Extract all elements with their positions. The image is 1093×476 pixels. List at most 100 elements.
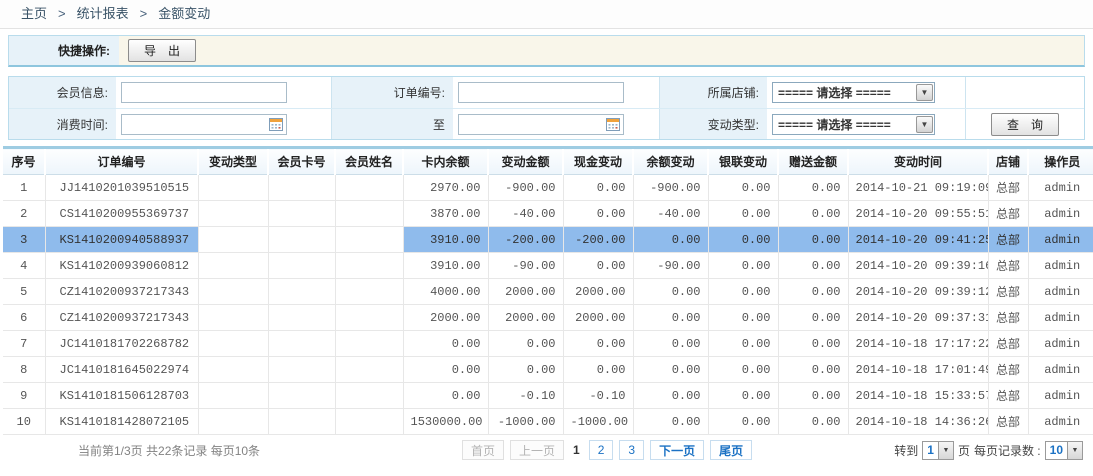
next-page-button[interactable]: 下一页 bbox=[650, 440, 704, 460]
cell: CZ1410200937217343 bbox=[45, 279, 198, 305]
goto-suffix: 页 bbox=[958, 442, 970, 459]
page-size-select-value: 10 bbox=[1046, 442, 1067, 459]
cell: JC1410181702268782 bbox=[45, 331, 198, 357]
cell bbox=[335, 279, 403, 305]
cell: -40.00 bbox=[633, 201, 708, 227]
shop-select[interactable]: ===== 请选择 ===== ▼ bbox=[772, 82, 935, 103]
cell: -900.00 bbox=[488, 175, 563, 201]
cell: 0.00 bbox=[563, 357, 633, 383]
cell: KS1410181506128703 bbox=[45, 383, 198, 409]
table-row[interactable]: 3KS14102009405889373910.00-200.00-200.00… bbox=[3, 227, 1093, 253]
cell: CZ1410200937217343 bbox=[45, 305, 198, 331]
cell bbox=[335, 357, 403, 383]
chevron-down-icon: ▼ bbox=[916, 84, 933, 101]
column-header: 卡内余额 bbox=[403, 148, 488, 175]
cell: 2014-10-18 17:17:22 bbox=[848, 331, 988, 357]
cell: 0.00 bbox=[778, 227, 848, 253]
cell: 3910.00 bbox=[403, 227, 488, 253]
cell: 2014-10-20 09:39:12 bbox=[848, 279, 988, 305]
cell: 8 bbox=[3, 357, 45, 383]
cell bbox=[268, 227, 335, 253]
page-size-select[interactable]: 10 ▼ bbox=[1045, 441, 1083, 460]
page-number-button[interactable]: 1 bbox=[570, 440, 583, 460]
pagination-bar: 当前第1/3页 共22条记录 每页10条 首页 上一页 123 下一页 尾页 转… bbox=[0, 435, 1093, 465]
table-row[interactable]: 9KS14101815061287030.00-0.10-0.100.000.0… bbox=[3, 383, 1093, 409]
breadcrumb: 主页>统计报表>金额变动 bbox=[0, 0, 1093, 29]
cell: -90.00 bbox=[633, 253, 708, 279]
cell: 总部 bbox=[988, 331, 1028, 357]
cell: admin bbox=[1028, 331, 1093, 357]
column-header: 现金变动 bbox=[563, 148, 633, 175]
cell: 0.00 bbox=[778, 201, 848, 227]
member-info-input[interactable] bbox=[121, 82, 287, 103]
cell: 0.00 bbox=[778, 409, 848, 435]
shop-select-value: ===== 请选择 ===== bbox=[773, 84, 891, 101]
table-row[interactable]: 8JC14101816450229740.000.000.000.000.000… bbox=[3, 357, 1093, 383]
cell bbox=[335, 409, 403, 435]
cell: 2014-10-20 09:55:51 bbox=[848, 201, 988, 227]
shop-label: 所属店铺: bbox=[659, 77, 767, 108]
cell: 2014-10-20 09:41:25 bbox=[848, 227, 988, 253]
table-row[interactable]: 10KS14101814280721051530000.00-1000.00-1… bbox=[3, 409, 1093, 435]
column-header: 赠送金额 bbox=[778, 148, 848, 175]
time-to-input[interactable] bbox=[458, 114, 624, 135]
search-button[interactable]: 查 询 bbox=[991, 113, 1059, 136]
page-number-button[interactable]: 3 bbox=[619, 440, 644, 460]
table-row[interactable]: 7JC14101817022687820.000.000.000.000.000… bbox=[3, 331, 1093, 357]
cell: 0.00 bbox=[708, 357, 778, 383]
cell bbox=[335, 383, 403, 409]
filter-panel: 会员信息: 订单编号: 所属店铺: ===== 请选择 ===== ▼ 消费时间… bbox=[8, 76, 1085, 140]
cell: 2014-10-18 14:36:26 bbox=[848, 409, 988, 435]
cell bbox=[335, 331, 403, 357]
cell: 2 bbox=[3, 201, 45, 227]
table-row[interactable]: 6CZ14102009372173432000.002000.002000.00… bbox=[3, 305, 1093, 331]
order-no-input[interactable] bbox=[458, 82, 624, 103]
cell bbox=[198, 409, 268, 435]
cell: 7 bbox=[3, 331, 45, 357]
page-summary: 当前第1/3页 共22条记录 每页10条 bbox=[78, 442, 462, 459]
cell: 总部 bbox=[988, 383, 1028, 409]
cell: 总部 bbox=[988, 201, 1028, 227]
goto-page-select[interactable]: 1 ▼ bbox=[922, 441, 954, 460]
cell: 0.00 bbox=[778, 253, 848, 279]
calendar-icon[interactable] bbox=[269, 118, 283, 131]
change-type-select[interactable]: ===== 请选择 ===== ▼ bbox=[772, 114, 935, 135]
column-header: 会员姓名 bbox=[335, 148, 403, 175]
first-page-button[interactable]: 首页 bbox=[462, 440, 504, 460]
cell: 0.00 bbox=[633, 409, 708, 435]
column-header: 订单编号 bbox=[45, 148, 198, 175]
table-row[interactable]: 4KS14102009390608123910.00-90.000.00-90.… bbox=[3, 253, 1093, 279]
cell: admin bbox=[1028, 253, 1093, 279]
column-header: 店铺 bbox=[988, 148, 1028, 175]
time-from-input[interactable] bbox=[121, 114, 287, 135]
cell bbox=[198, 201, 268, 227]
breadcrumb-home[interactable]: 主页 bbox=[21, 6, 47, 21]
cell: 10 bbox=[3, 409, 45, 435]
table-row[interactable]: 2CS14102009553697373870.00-40.000.00-40.… bbox=[3, 201, 1093, 227]
records-table: 序号订单编号变动类型会员卡号会员姓名卡内余额变动金额现金变动余额变动银联变动赠送… bbox=[3, 146, 1093, 435]
cell: admin bbox=[1028, 227, 1093, 253]
last-page-button[interactable]: 尾页 bbox=[710, 440, 752, 460]
page-number-button[interactable]: 2 bbox=[589, 440, 614, 460]
cell: KS1410200939060812 bbox=[45, 253, 198, 279]
cell: 总部 bbox=[988, 227, 1028, 253]
cell: 0.00 bbox=[403, 357, 488, 383]
prev-page-button[interactable]: 上一页 bbox=[510, 440, 564, 460]
cell bbox=[198, 357, 268, 383]
cell bbox=[335, 175, 403, 201]
cell bbox=[198, 227, 268, 253]
cell bbox=[335, 305, 403, 331]
table-row[interactable]: 1JJ14102010395105152970.00-900.000.00-90… bbox=[3, 175, 1093, 201]
cell bbox=[335, 227, 403, 253]
cell: 0.00 bbox=[708, 409, 778, 435]
breadcrumb-current: 金额变动 bbox=[158, 6, 210, 21]
table-row[interactable]: 5CZ14102009372173434000.002000.002000.00… bbox=[3, 279, 1093, 305]
cell: 3870.00 bbox=[403, 201, 488, 227]
filter-row-1: 会员信息: 订单编号: 所属店铺: ===== 请选择 ===== ▼ bbox=[9, 77, 1084, 108]
column-header: 序号 bbox=[3, 148, 45, 175]
calendar-icon[interactable] bbox=[606, 118, 620, 131]
export-button[interactable]: 导 出 bbox=[128, 39, 196, 62]
cell: 0.00 bbox=[403, 331, 488, 357]
order-no-label: 订单编号: bbox=[331, 77, 453, 108]
breadcrumb-reports[interactable]: 统计报表 bbox=[77, 6, 129, 21]
